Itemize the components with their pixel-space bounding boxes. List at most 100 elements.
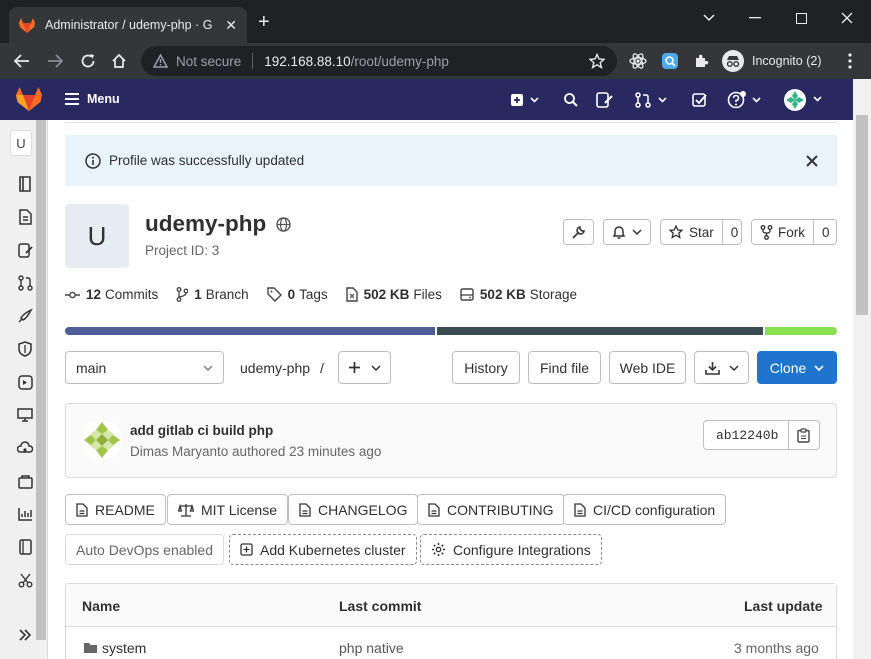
window-close-icon[interactable] bbox=[837, 8, 857, 28]
changelog-button[interactable]: CHANGELOG bbox=[288, 494, 419, 525]
contributing-button[interactable]: CONTRIBUTING bbox=[417, 494, 565, 525]
commit-sha[interactable]: ab12240b bbox=[704, 428, 788, 443]
language-bar[interactable] bbox=[65, 327, 837, 335]
extensions-puzzle-icon[interactable] bbox=[692, 51, 712, 71]
todos-icon[interactable] bbox=[692, 90, 708, 110]
extension-atom-icon[interactable] bbox=[628, 51, 648, 71]
user-avatar[interactable] bbox=[783, 89, 825, 111]
maximize-icon[interactable] bbox=[791, 8, 811, 28]
readme-button[interactable]: README bbox=[65, 494, 166, 525]
sidebar-item-cicd[interactable] bbox=[16, 307, 34, 325]
forward-icon[interactable] bbox=[45, 51, 65, 71]
collapse-sidebar-icon[interactable] bbox=[16, 626, 34, 644]
reload-icon[interactable] bbox=[78, 51, 98, 71]
language-segment[interactable] bbox=[65, 327, 435, 335]
issues-icon bbox=[17, 242, 33, 258]
home-icon[interactable] bbox=[109, 51, 129, 71]
add-to-tree-button[interactable] bbox=[338, 351, 391, 384]
gitlab-top-bar bbox=[0, 79, 853, 120]
bookmark-star-icon[interactable] bbox=[589, 53, 605, 69]
commit-title[interactable]: add gitlab ci build php bbox=[130, 423, 273, 438]
sidebar-item-analytics[interactable] bbox=[16, 505, 34, 523]
language-segment[interactable] bbox=[765, 327, 837, 335]
help-icon[interactable] bbox=[727, 90, 763, 110]
address-bar[interactable]: Not secure 192.168.88.10/root/udemy-php bbox=[141, 46, 617, 76]
tag-icon bbox=[266, 287, 282, 302]
page-scrollbar-thumb[interactable] bbox=[856, 115, 868, 315]
sidebar-item-files[interactable] bbox=[16, 208, 34, 226]
tab-close-icon[interactable]: ✕ bbox=[225, 17, 237, 34]
stat-branches[interactable]: 1 Branch bbox=[176, 287, 249, 302]
minimize-icon[interactable] bbox=[745, 8, 765, 28]
auto-devops-badge[interactable]: Auto DevOps enabled bbox=[65, 534, 224, 565]
fork-button[interactable]: Fork 0 bbox=[751, 219, 837, 245]
gitlab-menu-button[interactable]: Menu bbox=[65, 92, 120, 106]
search-icon[interactable] bbox=[563, 90, 579, 110]
sidebar-item-wiki[interactable] bbox=[16, 538, 34, 556]
branch-name: main bbox=[76, 359, 107, 376]
branch-selector[interactable]: main bbox=[65, 351, 224, 384]
browser-tab[interactable]: Administrator / udemy-php · GitL ✕ bbox=[9, 7, 247, 43]
settings-wrench-button[interactable] bbox=[563, 219, 594, 245]
doc-icon bbox=[428, 502, 440, 517]
fork-count[interactable]: 0 bbox=[813, 220, 838, 244]
tab-search-icon[interactable] bbox=[699, 8, 719, 28]
file-last-commit[interactable]: php native bbox=[339, 640, 404, 656]
issues-icon[interactable] bbox=[596, 90, 614, 110]
sidebar-item-packages[interactable] bbox=[16, 472, 34, 490]
copy-sha-button[interactable] bbox=[788, 421, 818, 449]
download-button[interactable] bbox=[694, 351, 749, 384]
sidebar-item-deployments[interactable] bbox=[16, 373, 34, 391]
sidebar-scrollbar[interactable] bbox=[36, 120, 46, 640]
sidebar-item-infrastructure[interactable] bbox=[16, 439, 34, 457]
sidebar-item-security[interactable] bbox=[16, 340, 34, 358]
commit-author[interactable]: Dimas Maryanto bbox=[130, 444, 228, 459]
back-icon[interactable] bbox=[12, 51, 32, 71]
configure-integrations-button[interactable]: Configure Integrations bbox=[420, 534, 602, 565]
wrench-icon bbox=[572, 225, 585, 239]
sidebar-item-repository[interactable] bbox=[16, 175, 34, 193]
add-kubernetes-button[interactable]: Add Kubernetes cluster bbox=[229, 534, 417, 565]
browser-menu-icon[interactable] bbox=[840, 51, 860, 71]
breadcrumb-project[interactable]: udemy-php bbox=[240, 360, 310, 376]
history-button[interactable]: History bbox=[452, 351, 520, 384]
url-path[interactable]: /root/udemy-php bbox=[351, 54, 449, 69]
create-new-icon[interactable] bbox=[510, 90, 540, 110]
security-label[interactable]: Not secure bbox=[176, 54, 241, 69]
star-button[interactable]: Star 0 bbox=[660, 219, 742, 245]
stat-files[interactable]: 502 KB Files bbox=[345, 287, 442, 302]
web-ide-button[interactable]: Web IDE bbox=[609, 351, 686, 384]
auto-devops-label: Auto DevOps enabled bbox=[76, 541, 213, 558]
file-name[interactable]: system bbox=[102, 640, 146, 656]
url-host[interactable]: 192.168.88.10 bbox=[264, 54, 350, 69]
new-tab-icon[interactable]: + bbox=[258, 12, 270, 32]
stat-storage[interactable]: 502 KB Storage bbox=[460, 287, 577, 302]
fork-label: Fork bbox=[778, 224, 805, 240]
flash-close-icon[interactable] bbox=[806, 155, 818, 167]
flash-message: Profile was successfully updated bbox=[109, 153, 305, 168]
language-segment[interactable] bbox=[437, 327, 763, 335]
sidebar-project-avatar[interactable]: U bbox=[10, 130, 32, 156]
license-button[interactable]: MIT License bbox=[167, 494, 288, 525]
storage-icon bbox=[460, 288, 474, 301]
warning-icon[interactable] bbox=[153, 54, 168, 68]
stat-tags[interactable]: 0 Tags bbox=[266, 287, 328, 302]
doc-icon bbox=[76, 502, 88, 517]
clone-button[interactable]: Clone bbox=[757, 351, 837, 384]
sidebar-item-snippets[interactable] bbox=[16, 571, 34, 589]
commit-author-avatar[interactable] bbox=[82, 420, 122, 460]
stat-commits[interactable]: 12 Commits bbox=[65, 287, 158, 302]
extension-search-icon[interactable] bbox=[660, 51, 680, 71]
star-count[interactable]: 0 bbox=[721, 220, 747, 244]
merge-requests-icon[interactable] bbox=[634, 90, 670, 110]
incognito-indicator[interactable]: Incognito (2) bbox=[722, 48, 821, 74]
find-file-button[interactable]: Find file bbox=[528, 351, 601, 384]
table-row[interactable]: system php native 3 months ago bbox=[66, 628, 836, 659]
cicd-config-button[interactable]: CI/CD configuration bbox=[563, 494, 727, 525]
notification-dropdown[interactable] bbox=[603, 219, 651, 245]
browser-toolbar: Not secure 192.168.88.10/root/udemy-php … bbox=[0, 43, 871, 79]
sidebar-item-issues[interactable] bbox=[16, 241, 34, 259]
gitlab-logo-icon[interactable] bbox=[16, 87, 42, 111]
sidebar-item-monitor[interactable] bbox=[16, 406, 34, 424]
sidebar-item-merge-requests[interactable] bbox=[16, 274, 34, 292]
